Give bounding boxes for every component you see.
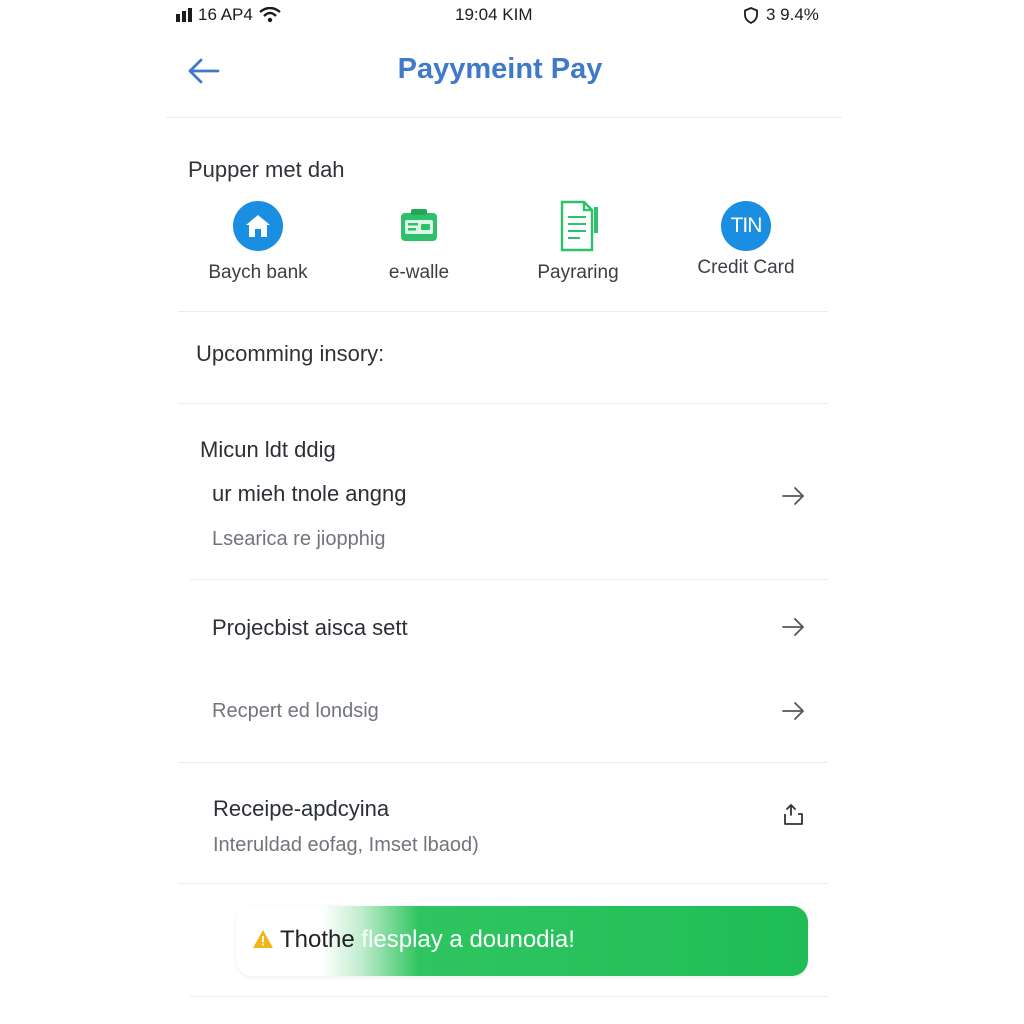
- payment-section-label: Pupper met dah: [188, 157, 345, 182]
- method-label: Payraring: [537, 262, 619, 283]
- method-payraring[interactable]: Payraring: [498, 196, 658, 284]
- share-icon[interactable]: [780, 801, 808, 829]
- list-item-title: ur mieh tnole angng: [212, 481, 407, 506]
- card-icon: TIN: [721, 201, 771, 251]
- banner-prefix: Thothe: [280, 926, 355, 953]
- method-label: Credit Card: [697, 257, 795, 278]
- bottom-divider: [190, 996, 828, 997]
- chevron-right-icon[interactable]: [780, 613, 808, 641]
- methods-divider: [178, 311, 828, 312]
- signal-icon: [176, 8, 192, 22]
- download-banner[interactable]: Thothe flesplay a dounodia!: [236, 906, 808, 976]
- group-heading: Micun ldt ddig: [200, 437, 336, 462]
- wallet-icon: [389, 196, 449, 256]
- upcoming-label: Upcomming insory:: [196, 341, 385, 366]
- battery-label: 3 9.4%: [766, 5, 819, 24]
- method-ewallet[interactable]: e-walle: [339, 196, 499, 284]
- method-label: e-walle: [388, 262, 450, 283]
- method-label: Baych bank: [208, 262, 308, 283]
- page-title: Payymeint Pay: [0, 53, 1000, 86]
- chevron-right-icon[interactable]: [780, 482, 808, 510]
- shield-icon: [744, 6, 758, 24]
- upcoming-divider: [178, 403, 828, 404]
- list-item-title: Recpert ed londsig: [212, 700, 379, 722]
- method-credit-card[interactable]: TIN Credit Card: [666, 196, 826, 279]
- banner-message: Thothe flesplay a dounodia!: [280, 926, 575, 954]
- list-item-title: Projecbist aisca sett: [212, 615, 408, 640]
- status-time: 19:04 KIM: [455, 5, 533, 24]
- list-divider: [178, 762, 828, 763]
- document-icon: [548, 196, 608, 256]
- banner-text: flesplay a dounodia!: [354, 926, 575, 953]
- list-item-subtitle: Lsearica re jiopphig: [212, 528, 386, 550]
- list-divider: [190, 579, 828, 580]
- warning-icon: [253, 930, 273, 948]
- list-item-subtitle: Interuldad eofag, Imset lbaod): [213, 834, 479, 856]
- card-icon-text: TIN: [730, 214, 763, 237]
- list-item-title: Receipe-apdcyina: [213, 796, 390, 821]
- header-divider: [166, 117, 842, 118]
- list-divider: [178, 883, 828, 884]
- wifi-icon: [259, 7, 281, 23]
- bank-icon: [228, 196, 288, 256]
- page-title-text: Payymeint Pay: [397, 53, 603, 85]
- chevron-right-icon[interactable]: [780, 697, 808, 725]
- status-bar: 16 AP4 19:04 KIM 3 9.4%: [0, 0, 1024, 30]
- carrier-label: 16 AP4: [198, 5, 253, 24]
- status-left: 16 AP4: [176, 5, 281, 25]
- status-right: 3 9.4%: [744, 5, 819, 25]
- method-bank[interactable]: Baych bank: [178, 196, 338, 284]
